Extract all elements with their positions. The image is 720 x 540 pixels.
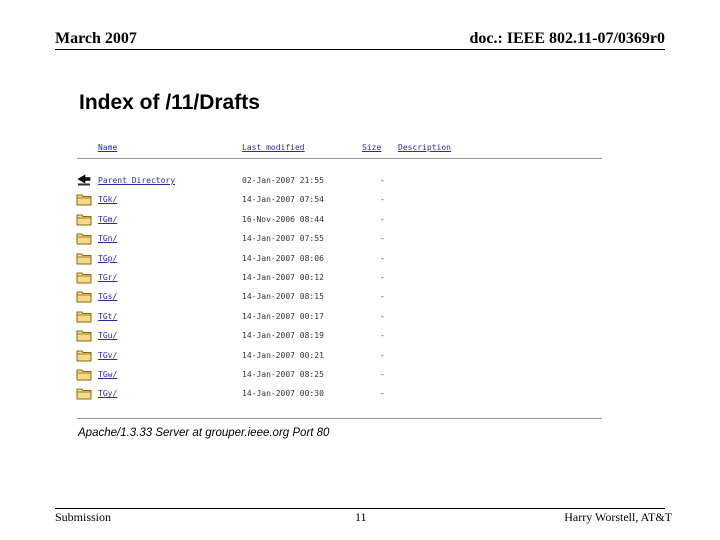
table-row: TGs/14-Jan-2007 08:15 -: [72, 289, 602, 306]
page-title: Index of /11/Drafts: [79, 91, 260, 114]
row-name-link[interactable]: TGm/: [98, 215, 117, 224]
table-row: Parent Directory 02-Jan-2007 21:55 -: [72, 173, 602, 190]
folder-icon: [76, 348, 92, 362]
size-column-header[interactable]: Size: [362, 143, 381, 152]
row-size: -: [380, 370, 385, 379]
row-last-modified: 14-Jan-2007 08:19: [242, 331, 324, 341]
row-name-link[interactable]: TGu/: [98, 331, 117, 340]
footer-divider: [55, 508, 665, 509]
row-name-link[interactable]: TGs/: [98, 292, 117, 301]
row-size: -: [380, 389, 385, 399]
document-id: doc.: IEEE 802.11-07/0369r0: [469, 30, 665, 47]
row-size: -: [380, 214, 385, 224]
row-name-link[interactable]: TGk/: [98, 195, 117, 204]
row-last-modified: 14-Jan-2007 00:21: [242, 350, 324, 360]
row-name-link[interactable]: TGp/: [98, 254, 117, 263]
row-size: -: [380, 350, 385, 360]
folder-icon: [76, 309, 92, 323]
row-size: -: [380, 234, 385, 244]
header-divider: [55, 49, 665, 50]
table-row: TGt/14-Jan-2007 00:17 -: [72, 309, 602, 326]
row-name-link[interactable]: TGt/: [98, 312, 117, 321]
description-column-header[interactable]: Description: [398, 143, 451, 152]
row-size: -: [380, 331, 385, 341]
submission-label: Submission: [55, 510, 112, 524]
row-name-link[interactable]: TGr/: [98, 273, 117, 282]
table-row: TGp/14-Jan-2007 08:06 -: [72, 251, 602, 268]
table-row: TGy/14-Jan-2007 00:30 -: [72, 386, 602, 403]
folder-icon: [76, 212, 92, 226]
row-size: -: [380, 292, 385, 302]
row-name-link[interactable]: TGv/: [98, 351, 117, 360]
row-last-modified: 16-Nov-2006 08:44: [242, 214, 324, 224]
row-last-modified: 14-Jan-2007 07:55: [242, 234, 324, 244]
row-name-link[interactable]: TGw/: [98, 370, 117, 379]
author-label: Harry Worstell, AT&T: [564, 510, 672, 524]
row-size: -: [380, 273, 385, 282]
row-size: -: [380, 311, 385, 321]
table-row: TGw/14-Jan-2007 08:25 -: [72, 367, 602, 384]
server-signature: Apache/1.3.33 Server at grouper.ieee.org…: [78, 427, 330, 439]
row-name-link[interactable]: TGn/: [98, 234, 117, 243]
folder-icon: [76, 289, 92, 303]
folder-icon: [76, 367, 92, 381]
row-last-modified: 14-Jan-2007 08:15: [242, 292, 324, 302]
table-row: TGr/14-Jan-2007 00:12 -: [72, 270, 602, 287]
row-last-modified: 02-Jan-2007 21:55: [242, 176, 324, 185]
row-last-modified: 14-Jan-2007 08:06: [242, 253, 324, 263]
row-last-modified: 14-Jan-2007 07:54: [242, 195, 324, 205]
table-top-divider: [77, 158, 602, 159]
row-size: -: [380, 176, 385, 185]
row-size: -: [380, 253, 385, 263]
row-name-link[interactable]: TGy/: [98, 389, 117, 398]
table-row: TGm/16-Nov-2006 08:44 -: [72, 212, 602, 229]
page-number: 11: [355, 510, 367, 524]
table-row: TGk/14-Jan-2007 07:54 -: [72, 192, 602, 209]
table-row: TGn/14-Jan-2007 07:55 -: [72, 231, 602, 248]
folder-icon: [76, 192, 92, 206]
last-modified-column-header[interactable]: Last modified: [242, 143, 305, 152]
back-arrow-icon: [76, 173, 92, 187]
table-row: TGu/14-Jan-2007 08:19 -: [72, 328, 602, 345]
folder-icon: [76, 251, 92, 265]
table-bottom-divider: [77, 418, 602, 419]
row-name-link[interactable]: Parent Directory: [98, 176, 175, 185]
table-header: Name Last modified Size Description: [72, 143, 602, 155]
folder-icon: [76, 386, 92, 400]
row-last-modified: 14-Jan-2007 00:30: [242, 389, 324, 399]
folder-icon: [76, 270, 92, 284]
directory-listing-screenshot: Index of /11/Drafts Name Last modified S…: [72, 88, 612, 448]
row-last-modified: 14-Jan-2007 00:17: [242, 311, 324, 321]
table-row: TGv/14-Jan-2007 00:21 -: [72, 348, 602, 365]
row-last-modified: 14-Jan-2007 08:25: [242, 370, 324, 379]
name-column-header[interactable]: Name: [98, 143, 117, 152]
folder-icon: [76, 328, 92, 342]
row-last-modified: 14-Jan-2007 00:12: [242, 273, 324, 282]
folder-icon: [76, 231, 92, 245]
row-size: -: [380, 195, 385, 205]
slide-date: March 2007: [55, 30, 137, 47]
